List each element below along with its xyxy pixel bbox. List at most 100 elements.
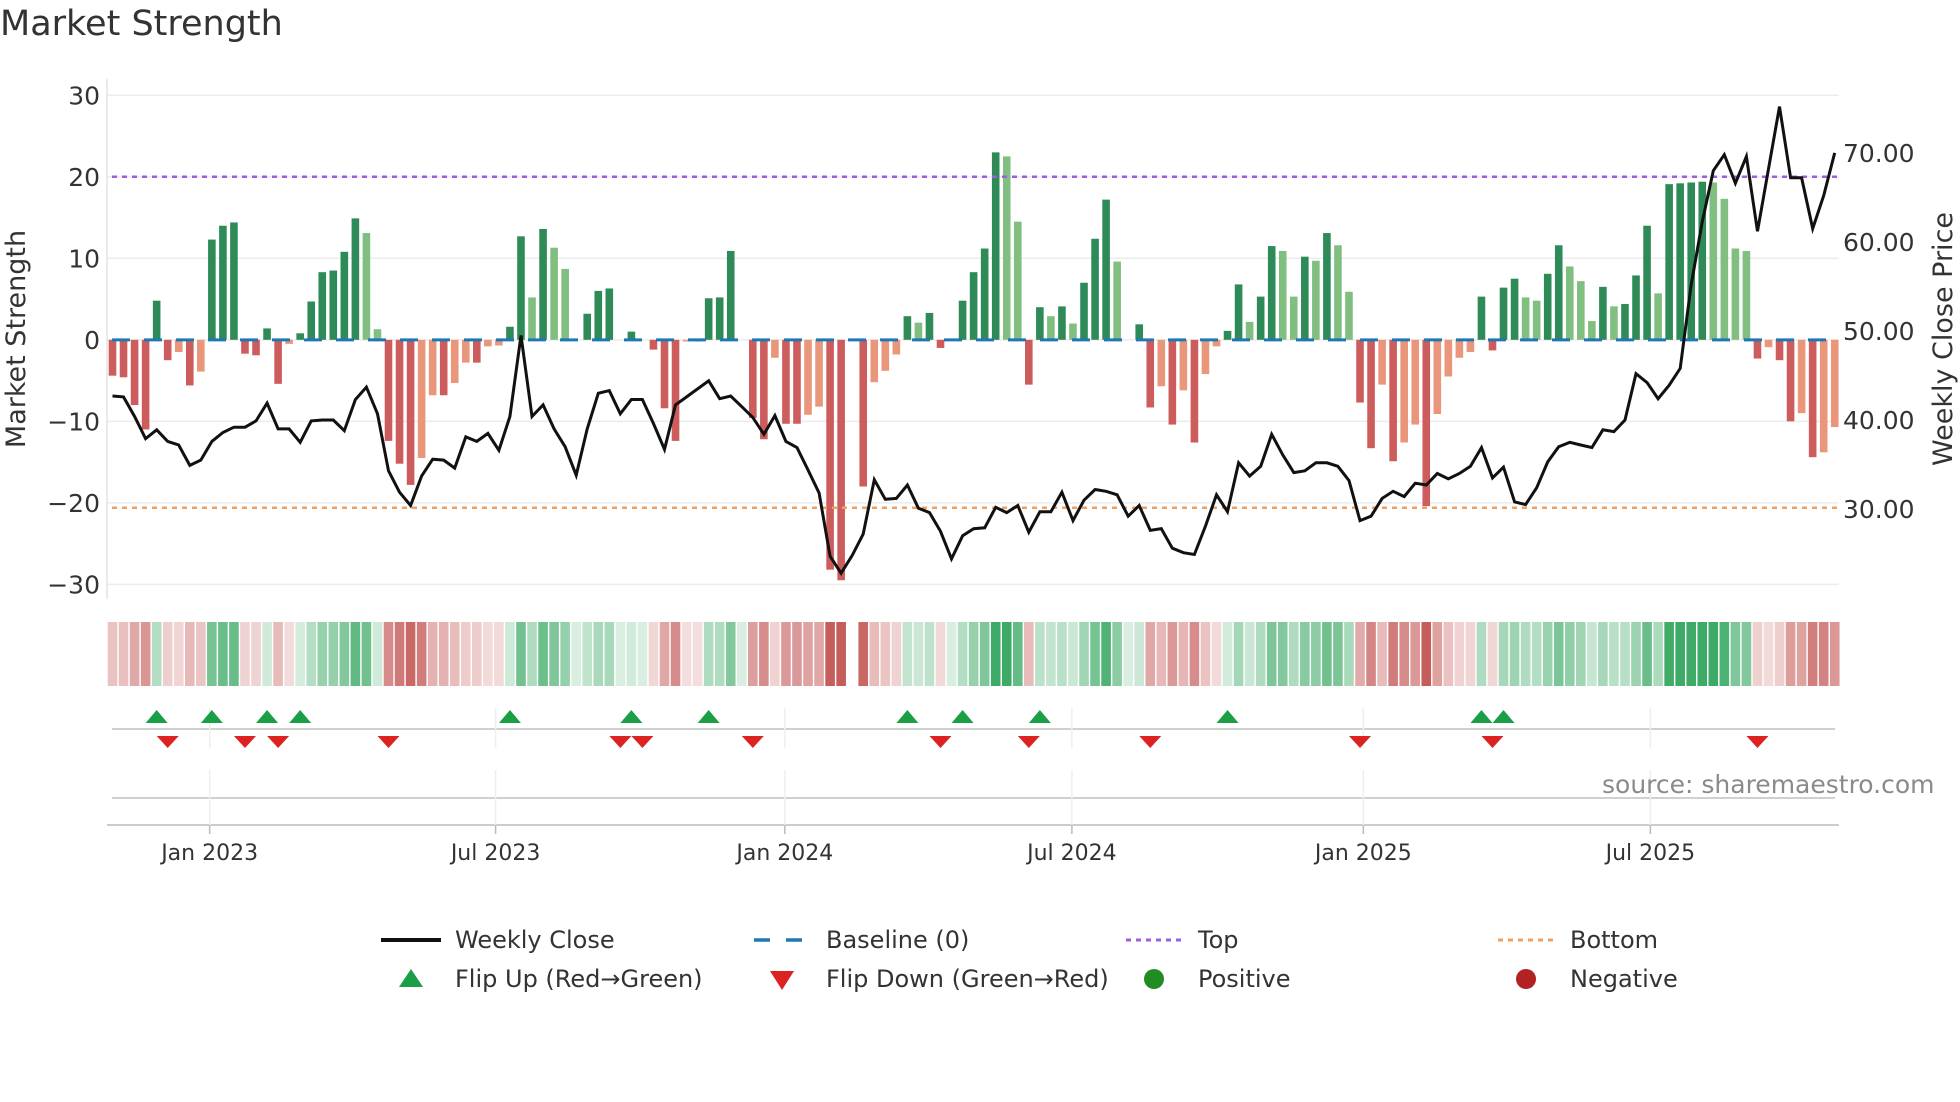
heatmap-cell xyxy=(394,622,405,686)
heatmap-cell xyxy=(637,622,648,686)
heatmap-cell xyxy=(1134,622,1145,686)
legend-label: Weekly Close xyxy=(455,926,615,954)
strength-bar xyxy=(881,339,890,371)
heatmap-cell xyxy=(1167,622,1178,686)
y-tick-label: 40.00 xyxy=(1843,406,1915,435)
strength-bar xyxy=(1135,324,1144,340)
strength-bar xyxy=(1466,339,1475,353)
heatmap-cell xyxy=(196,622,206,686)
strength-bar xyxy=(450,339,459,384)
strength-bar xyxy=(1091,238,1099,340)
strength-bar xyxy=(318,272,327,340)
strength-bar xyxy=(1731,248,1740,340)
y-tick-label: 60.00 xyxy=(1843,228,1915,257)
strength-bar xyxy=(428,339,437,396)
heatmap-cell xyxy=(1763,622,1774,686)
strength-bar xyxy=(329,270,338,340)
heatmap-cell xyxy=(714,622,725,686)
strength-bar xyxy=(174,339,183,353)
heatmap-cell xyxy=(1818,622,1829,686)
strength-bar xyxy=(1654,293,1662,340)
heatmap-cell xyxy=(1620,622,1630,686)
strength-bar xyxy=(1543,273,1552,340)
legend-label: Negative xyxy=(1570,965,1678,993)
flip-down-marker xyxy=(631,736,654,748)
heatmap-cell xyxy=(1829,622,1840,686)
heatmap-cell xyxy=(1553,622,1564,686)
strength-bar xyxy=(263,328,271,340)
heatmap-cell xyxy=(1399,622,1409,686)
heatmap-cell xyxy=(295,622,305,686)
strength-bar xyxy=(152,300,161,340)
x-tick-labels: Jan 2023 Jul 2023 Jan 2024 Jul 2024 Jan 2025… xyxy=(159,841,1695,866)
heatmap-cell xyxy=(1730,622,1741,686)
heatmap-cell xyxy=(1189,622,1200,686)
heatmap-cell xyxy=(516,622,526,686)
flip-up-marker xyxy=(1492,710,1515,723)
y-tick-label: 50.00 xyxy=(1843,317,1915,346)
strength-bar xyxy=(1002,156,1011,340)
flip-down-marker xyxy=(1349,736,1372,748)
heatmap-cell xyxy=(1487,622,1498,686)
heatmap-cell xyxy=(1609,622,1619,686)
heatmap-cell xyxy=(1012,622,1023,686)
strength-bar xyxy=(936,339,945,348)
strength-bar xyxy=(1477,296,1486,340)
heatmap-cell xyxy=(781,622,791,686)
heatmap-cell xyxy=(1675,622,1685,686)
heatmap-cell xyxy=(1741,622,1752,686)
heatmap-cell xyxy=(1476,622,1487,686)
strength-bar xyxy=(1256,296,1265,340)
heatmap-cell xyxy=(1001,622,1012,686)
strength-bar xyxy=(1058,306,1066,340)
heatmap-cell xyxy=(836,622,846,686)
heatmap-cell xyxy=(405,622,416,686)
heatmap-cell xyxy=(1774,622,1785,686)
strength-bar xyxy=(1069,323,1077,340)
heatmap-cell xyxy=(1443,622,1454,686)
flip-up-marker xyxy=(697,710,720,723)
strength-bar xyxy=(208,239,216,340)
heatmap-cell xyxy=(317,622,328,686)
flip-up-marker xyxy=(145,710,168,723)
strength-bar xyxy=(1267,246,1276,340)
heatmap-cell xyxy=(681,622,692,686)
strength-bar xyxy=(1830,339,1839,428)
heatmap-cell xyxy=(946,622,957,686)
heatmap-cell xyxy=(427,622,438,686)
strength-bar xyxy=(1025,339,1033,385)
strength-bar xyxy=(1201,339,1210,375)
strength-bar xyxy=(539,228,547,340)
heatmap-cell xyxy=(1564,622,1575,686)
strength-bar xyxy=(1157,339,1166,387)
heatmap-cell xyxy=(1145,622,1156,686)
legend-label: Baseline (0) xyxy=(826,926,970,954)
heatmap-cell xyxy=(1719,622,1730,686)
heatmap-cell xyxy=(902,622,913,686)
strength-bar xyxy=(528,297,536,340)
y-tick-label: 20 xyxy=(68,163,100,192)
heatmap-cell xyxy=(814,622,824,686)
heatmap-cell xyxy=(1211,622,1222,686)
strength-bars xyxy=(108,152,1839,581)
flip-down-marker xyxy=(1746,736,1769,748)
strength-bar xyxy=(1345,291,1353,340)
flip-down-marker xyxy=(377,736,400,748)
strength-bar xyxy=(594,290,603,340)
red-dot-icon xyxy=(1516,969,1536,989)
legend-label: Flip Down (Green→Red) xyxy=(826,965,1109,993)
strength-bar xyxy=(749,339,757,419)
heatmap-cell xyxy=(240,622,250,686)
strength-bar xyxy=(1720,198,1729,340)
heatmap-cell xyxy=(262,622,272,686)
strength-bar xyxy=(726,250,735,340)
flip-up-marker xyxy=(498,710,521,723)
heatmap-cell xyxy=(361,622,372,686)
heatmap-cell xyxy=(1090,622,1100,686)
heatmap-cell xyxy=(1046,622,1056,686)
legend-label: Top xyxy=(1198,926,1239,954)
legend-label: Positive xyxy=(1198,965,1291,993)
strength-bar xyxy=(1676,183,1684,340)
flip-up-marker xyxy=(1216,710,1239,723)
heatmap-cell xyxy=(1344,622,1354,686)
